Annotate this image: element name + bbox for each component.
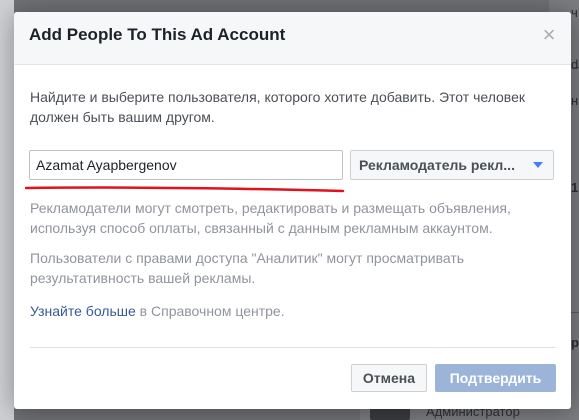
cancel-button[interactable]: Отмена bbox=[351, 364, 427, 392]
dialog-title: Add People To This Ad Account bbox=[29, 25, 286, 44]
background-text-fragment: 1 bbox=[571, 180, 579, 195]
red-underline-annotation bbox=[25, 186, 345, 193]
help-center-note: Узнайте больше в Справочном центре. bbox=[30, 301, 285, 321]
dialog-header: Add People To This Ad Account × bbox=[14, 12, 571, 65]
background-text-fragment: н bbox=[571, 93, 579, 108]
confirm-button[interactable]: Подтвердить bbox=[435, 364, 556, 392]
close-icon[interactable]: × bbox=[541, 24, 557, 46]
background-text-fragment: рка bbox=[571, 335, 579, 350]
learn-more-link[interactable]: Узнайте больше bbox=[30, 303, 136, 319]
background-left-column bbox=[0, 0, 14, 420]
help-center-suffix: в Справочном центре. bbox=[135, 303, 285, 319]
role-dropdown[interactable]: Рекламодатель рекл... bbox=[350, 150, 554, 180]
advertiser-role-description: Рекламодатели могут смотреть, редактиров… bbox=[30, 200, 511, 236]
person-name-input[interactable] bbox=[29, 150, 343, 180]
role-dropdown-value: Рекламодатель рекл... bbox=[359, 157, 515, 173]
footer-divider bbox=[30, 347, 555, 348]
analyst-role-description: Пользователи с правами доступа "Аналитик… bbox=[30, 250, 465, 286]
instructions-text: Найдите и выберите пользователя, которог… bbox=[30, 89, 525, 125]
add-people-dialog: Add People To This Ad Account × Найдите … bbox=[14, 12, 571, 409]
background-text-fragment: ч bbox=[571, 5, 578, 20]
background-text-fragment: ds bbox=[571, 57, 579, 72]
chevron-down-icon bbox=[533, 162, 543, 168]
